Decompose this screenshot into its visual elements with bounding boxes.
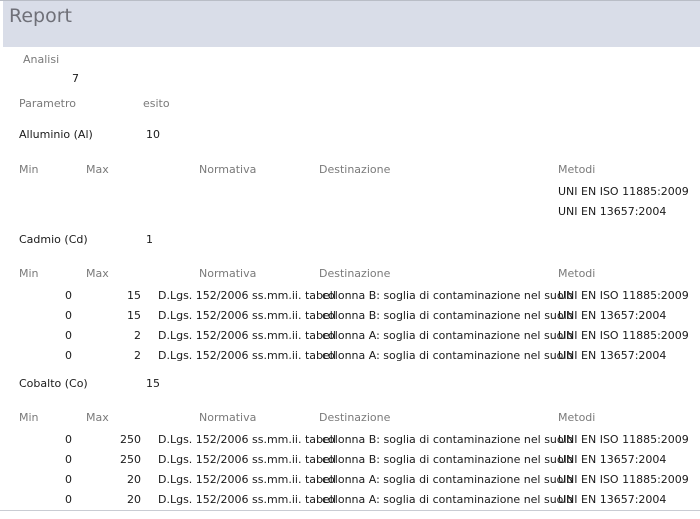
metodo-cell: UNI EN ISO 11885:2009	[558, 329, 689, 342]
col-header-normativa: Normativa	[199, 411, 257, 424]
destinazione-cell: colonna B: soglia di contaminazione nel …	[322, 289, 574, 302]
min-cell: 0	[65, 349, 72, 362]
max-cell: 15	[127, 289, 141, 302]
min-cell: 0	[65, 329, 72, 342]
normativa-cell: D.Lgs. 152/2006 ss.mm.ii. tabell	[158, 453, 336, 466]
col-header-min: Min	[19, 411, 39, 424]
normativa-cell: D.Lgs. 152/2006 ss.mm.ii. tabell	[158, 493, 336, 506]
normativa-cell: D.Lgs. 152/2006 ss.mm.ii. tabell	[158, 349, 336, 362]
destinazione-cell: colonna B: soglia di contaminazione nel …	[322, 453, 574, 466]
report-header: Report	[3, 1, 700, 47]
parametro-name: Alluminio (Al)	[19, 128, 93, 141]
normativa-cell: D.Lgs. 152/2006 ss.mm.ii. tabell	[158, 433, 336, 446]
esito-label: esito	[143, 97, 170, 110]
parametro-name: Cadmio (Cd)	[19, 233, 88, 246]
destinazione-cell: colonna A: soglia di contaminazione nel …	[322, 473, 574, 486]
col-header-destinazione: Destinazione	[319, 411, 391, 424]
esito-value: 1	[146, 233, 153, 246]
destinazione-cell: colonna A: soglia di contaminazione nel …	[322, 349, 574, 362]
max-cell: 250	[120, 433, 141, 446]
min-cell: 0	[65, 289, 72, 302]
col-header-max: Max	[86, 267, 109, 280]
min-cell: 0	[65, 433, 72, 446]
col-header-normativa: Normativa	[199, 163, 257, 176]
max-cell: 20	[127, 473, 141, 486]
col-header-metodi: Metodi	[558, 163, 596, 176]
metodo-cell: UNI EN 13657:2004	[558, 493, 667, 506]
metodo-cell: UNI EN 13657:2004	[558, 309, 667, 322]
analisi-label: Analisi	[23, 53, 60, 66]
metodo-cell: UNI EN ISO 11885:2009	[558, 433, 689, 446]
col-header-metodi: Metodi	[558, 411, 596, 424]
col-header-metodi: Metodi	[558, 267, 596, 280]
metodo-cell: UNI EN ISO 11885:2009	[558, 185, 689, 198]
metodo-cell: UNI EN 13657:2004	[558, 349, 667, 362]
metodo-cell: UNI EN 13657:2004	[558, 205, 667, 218]
destinazione-cell: colonna B: soglia di contaminazione nel …	[322, 309, 574, 322]
max-cell: 2	[134, 329, 141, 342]
destinazione-cell: colonna A: soglia di contaminazione nel …	[322, 329, 574, 342]
normativa-cell: D.Lgs. 152/2006 ss.mm.ii. tabell	[158, 289, 336, 302]
col-header-min: Min	[19, 267, 39, 280]
analisi-value: 7	[72, 72, 79, 85]
max-cell: 250	[120, 453, 141, 466]
parametro-label: Parametro	[19, 97, 76, 110]
esito-value: 10	[146, 128, 160, 141]
min-cell: 0	[65, 493, 72, 506]
destinazione-cell: colonna A: soglia di contaminazione nel …	[322, 493, 574, 506]
col-header-max: Max	[86, 163, 109, 176]
col-header-destinazione: Destinazione	[319, 163, 391, 176]
max-cell: 15	[127, 309, 141, 322]
normativa-cell: D.Lgs. 152/2006 ss.mm.ii. tabell	[158, 473, 336, 486]
col-header-normativa: Normativa	[199, 267, 257, 280]
col-header-min: Min	[19, 163, 39, 176]
col-header-max: Max	[86, 411, 109, 424]
report-title: Report	[9, 5, 72, 27]
col-header-destinazione: Destinazione	[319, 267, 391, 280]
normativa-cell: D.Lgs. 152/2006 ss.mm.ii. tabell	[158, 309, 336, 322]
metodo-cell: UNI EN ISO 11885:2009	[558, 289, 689, 302]
metodo-cell: UNI EN 13657:2004	[558, 453, 667, 466]
min-cell: 0	[65, 309, 72, 322]
esito-value: 15	[146, 377, 160, 390]
min-cell: 0	[65, 453, 72, 466]
parametro-name: Cobalto (Co)	[19, 377, 88, 390]
max-cell: 2	[134, 349, 141, 362]
destinazione-cell: colonna B: soglia di contaminazione nel …	[322, 433, 574, 446]
min-cell: 0	[65, 473, 72, 486]
bottom-border	[0, 510, 700, 511]
normativa-cell: D.Lgs. 152/2006 ss.mm.ii. tabell	[158, 329, 336, 342]
max-cell: 20	[127, 493, 141, 506]
metodo-cell: UNI EN ISO 11885:2009	[558, 473, 689, 486]
